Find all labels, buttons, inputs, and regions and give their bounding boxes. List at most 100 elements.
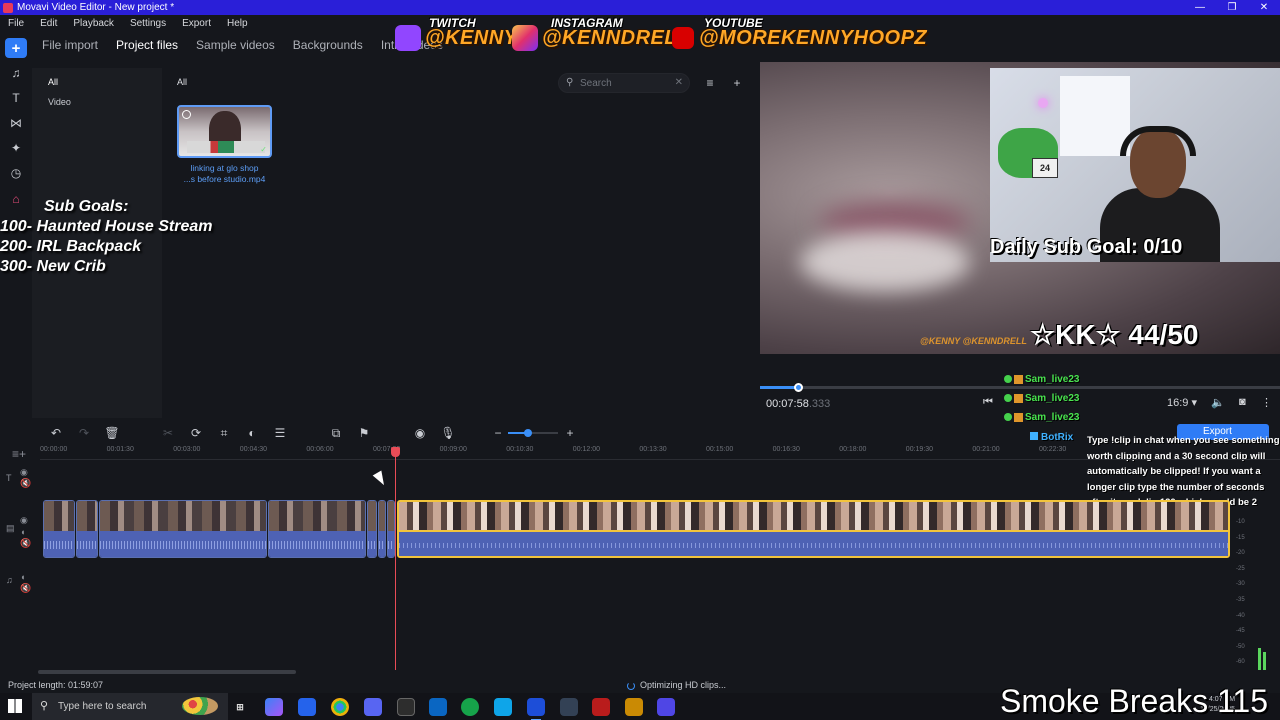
titles-icon[interactable]: T (5, 88, 27, 108)
volume-icon[interactable]: ◖ (20, 527, 25, 537)
outlook-icon[interactable] (429, 698, 447, 716)
ruler-tick: 00:21:00 (972, 446, 1000, 453)
visibility-icon[interactable]: ◉ (20, 515, 28, 526)
menu-edit[interactable]: Edit (32, 18, 65, 29)
category-video[interactable]: Video (48, 97, 71, 107)
tab-sample-videos[interactable]: Sample videos (196, 38, 275, 52)
progress-knob[interactable] (793, 383, 803, 392)
zoom-slider[interactable] (508, 429, 558, 437)
obs-icon[interactable] (397, 698, 415, 716)
tab-project-files[interactable]: Project files (116, 38, 178, 52)
playhead-handle[interactable] (391, 447, 400, 457)
mute-icon[interactable]: 🔇 (20, 538, 31, 549)
windows-start-icon[interactable] (8, 699, 22, 713)
microphone-icon[interactable]: 🎙 (440, 425, 456, 441)
video-clip[interactable] (268, 500, 366, 558)
video-clip[interactable] (99, 500, 267, 558)
zoom-in-icon[interactable]: + (562, 425, 578, 441)
rotate-icon[interactable]: ⟳ (188, 425, 204, 441)
search-input[interactable]: ⚲ Search ✕ (558, 73, 690, 93)
menu-file[interactable]: File (0, 18, 32, 29)
speed-icon[interactable]: ◷ (5, 163, 27, 183)
cut-icon[interactable]: ✂ (160, 425, 176, 441)
category-all[interactable]: All (48, 77, 58, 87)
close-button[interactable]: ✕ (1248, 0, 1280, 15)
add-folder-icon[interactable]: + (728, 74, 746, 92)
task-view-icon[interactable]: ⊞ (231, 698, 249, 716)
volume-icon[interactable]: 🔈 (1211, 396, 1225, 409)
headphones-icon (1120, 126, 1196, 156)
file-explorer-icon[interactable] (625, 698, 643, 716)
store-icon[interactable] (298, 698, 316, 716)
add-icon[interactable]: + (5, 38, 27, 58)
clip-frames (388, 501, 394, 533)
taskbar-search[interactable]: ⚲ Type here to search (32, 693, 228, 720)
sort-icon[interactable]: ≡ (701, 74, 719, 92)
timeline-scrollbar[interactable] (38, 670, 296, 674)
volume-icon[interactable]: ◖ (20, 572, 25, 582)
effects-icon[interactable]: ✦ (5, 138, 27, 158)
add-track-icon[interactable]: ≡+ (12, 447, 26, 461)
playback-progress[interactable] (760, 383, 1280, 392)
video-clip[interactable] (367, 500, 377, 558)
redo-icon[interactable]: ↷ (76, 425, 92, 441)
xbox-icon[interactable] (461, 698, 479, 716)
menu-export[interactable]: Export (174, 18, 219, 29)
tab-file-import[interactable]: File import (42, 38, 98, 52)
aspect-ratio-select[interactable]: 16:9 ▾ (1167, 396, 1197, 409)
mute-icon[interactable]: 🔇 (20, 583, 31, 594)
overlay-icon[interactable]: ⧉ (328, 425, 344, 441)
playhead[interactable] (391, 447, 400, 670)
meter-tick: -25 (1236, 565, 1245, 572)
more-icon[interactable]: ⋮ (1261, 396, 1272, 409)
music-icon[interactable]: ♫ (5, 63, 27, 83)
clear-icon[interactable]: ✕ (675, 77, 683, 88)
undo-icon[interactable]: ↶ (48, 425, 64, 441)
photos-icon[interactable] (494, 698, 512, 716)
kk-counter: ☆KK☆ 44/50 (1030, 319, 1199, 350)
discord-icon[interactable] (364, 698, 382, 716)
youtube-icon (672, 27, 694, 49)
chat-username: Sam_live23 (1025, 374, 1080, 385)
crop-icon[interactable]: ⌗ (216, 425, 232, 441)
snapshot-icon[interactable]: ◙ (1239, 396, 1246, 408)
video-track-icon: ▤ (6, 523, 15, 533)
ruler-tick: 00:06:00 (306, 446, 334, 453)
movavi-icon[interactable] (527, 698, 545, 720)
mute-icon[interactable]: 🔇 (20, 478, 31, 489)
visibility-icon[interactable]: ◉ (20, 467, 28, 478)
ruler-tick: 00:19:30 (905, 446, 934, 453)
marker-icon[interactable]: ⚑ (356, 425, 372, 441)
capcut-icon[interactable] (560, 698, 578, 716)
video-clip[interactable] (43, 500, 75, 558)
restore-button[interactable]: ❐ (1216, 0, 1248, 15)
minimize-button[interactable]: — (1184, 0, 1216, 15)
tab-backgrounds[interactable]: Backgrounds (293, 38, 363, 52)
zoom-out-icon[interactable]: − (490, 425, 506, 441)
app-icon[interactable] (592, 698, 610, 716)
ruler-tick: 00:09:00 (439, 446, 467, 453)
record-video-icon[interactable]: ◉ (412, 425, 428, 441)
color-adjust-icon[interactable]: ◐ (244, 425, 260, 441)
video-clip[interactable] (387, 500, 395, 558)
transitions-icon[interactable]: ⋈ (5, 113, 27, 133)
menu-settings[interactable]: Settings (122, 18, 174, 29)
media-thumbnail[interactable]: ✓ (177, 105, 272, 158)
audio-meter: -10 -15 -20 -25 -30 -35 -40 -45 -50 -60 (1236, 505, 1268, 670)
selected-video-clip[interactable] (397, 500, 1230, 558)
menu-help[interactable]: Help (219, 18, 256, 29)
video-clip[interactable] (76, 500, 98, 558)
sub-goal-item: 100- Haunted House Stream (0, 218, 213, 235)
video-clip[interactable] (378, 500, 386, 558)
zoom-knob[interactable] (524, 429, 532, 437)
clip-properties-icon[interactable]: ☰ (272, 425, 288, 441)
skip-back-icon[interactable]: ⏮ (983, 396, 993, 409)
chrome-icon[interactable] (331, 698, 349, 716)
check-icon: ✓ (260, 145, 267, 154)
delete-icon[interactable]: 🗑 (104, 425, 120, 441)
preview-player[interactable]: 24 @KENNY @KENNDRELL (760, 62, 1280, 354)
copilot-icon[interactable] (265, 698, 283, 716)
menu-playback[interactable]: Playback (65, 18, 122, 29)
app-icon[interactable] (657, 698, 675, 716)
timeline-ruler[interactable]: 00:00:00 00:01:30 00:03:00 00:04:30 00:06:00… (40, 444, 1080, 458)
